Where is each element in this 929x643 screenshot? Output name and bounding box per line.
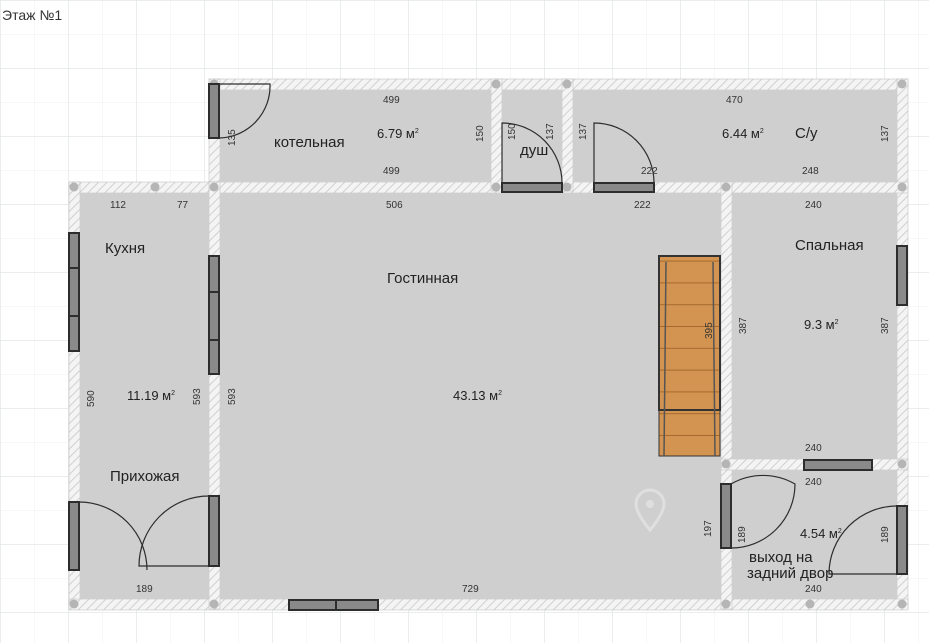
door-entrance-left	[68, 501, 80, 571]
room-label-living: Гостинная	[387, 270, 458, 287]
floor-plan: Этаж №1 котельная 6.79 м2 душ 6.44 м2 С/…	[0, 0, 929, 643]
dim-bedroom-bottom: 240	[805, 443, 822, 454]
dim-boiler-top: 499	[383, 95, 400, 106]
door-wc	[593, 182, 655, 193]
dim-kitchen-right: 593	[192, 388, 203, 405]
room-area-back-exit: 4.54 м2	[800, 526, 842, 541]
dim-bedroom-top: 240	[805, 200, 822, 211]
window-exit-top	[803, 459, 873, 471]
room-label-kitchen: Кухня	[105, 240, 145, 257]
room-label-back-exit-2: задний двор	[747, 565, 833, 582]
door-hall-right	[208, 495, 220, 567]
dim-wc-bottom-right: 248	[802, 166, 819, 177]
room-label-boiler: котельная	[274, 134, 345, 151]
dim-exit-door-left: 189	[737, 526, 748, 543]
floor-boiler	[220, 90, 491, 182]
dim-shower-left: 150	[507, 123, 518, 140]
dim-wc-left: 137	[578, 123, 589, 140]
dim-exit-top: 240	[805, 477, 822, 488]
dim-wc-bottom-left: 222	[641, 166, 658, 177]
dim-bedroom-right: 387	[880, 317, 891, 334]
room-area-kitchen: 11.19 м2	[127, 388, 175, 403]
dim-kitchen-left: 590	[86, 390, 97, 407]
door-exit-left	[720, 483, 732, 549]
dim-wc-top: 470	[726, 95, 743, 106]
room-area-bedroom: 9.3 м2	[804, 317, 839, 332]
room-area-living: 43.13 м2	[453, 388, 502, 403]
dim-living-bottom: 729	[462, 584, 479, 595]
dim-wc-right: 137	[880, 125, 891, 142]
dim-bedroom-left: 387	[738, 317, 749, 334]
door-shower	[501, 182, 563, 193]
dim-living-top: 506	[386, 200, 403, 211]
dim-exit-right: 189	[880, 526, 891, 543]
dim-boiler-bottom: 499	[383, 166, 400, 177]
dim-exit-bottom: 240	[805, 584, 822, 595]
window-kitchen-right	[208, 255, 220, 375]
dim-exit-left: 197	[703, 520, 714, 537]
room-label-bedroom: Спальная	[795, 237, 864, 254]
door-boiler	[208, 83, 220, 139]
dim-stairs: 395	[704, 322, 715, 339]
staircase	[658, 255, 721, 457]
dim-shower-right: 137	[545, 123, 556, 140]
dim-hall-bottom: 189	[136, 584, 153, 595]
dim-boiler-right: 150	[475, 125, 486, 142]
room-area-wc: 6.44 м2	[722, 126, 764, 141]
dim-living-left: 593	[227, 388, 238, 405]
dim-kitchen-top-112: 112	[110, 200, 126, 211]
window-living-bottom	[288, 599, 379, 611]
room-label-wc: С/у	[795, 125, 818, 142]
window-kitchen-left	[68, 232, 80, 352]
dim-corridor: 222	[634, 200, 651, 211]
room-label-back-exit-1: выход на	[749, 549, 813, 566]
room-label-hall: Прихожая	[110, 468, 180, 485]
door-exit-right	[896, 505, 908, 575]
dim-boiler-left: 135	[227, 129, 238, 146]
dim-kitchen-top-77: 77	[177, 200, 189, 211]
room-label-shower: душ	[520, 142, 548, 159]
room-area-boiler: 6.79 м2	[377, 126, 419, 141]
window-bedroom	[896, 245, 908, 306]
floor-title: Этаж №1	[2, 7, 62, 23]
